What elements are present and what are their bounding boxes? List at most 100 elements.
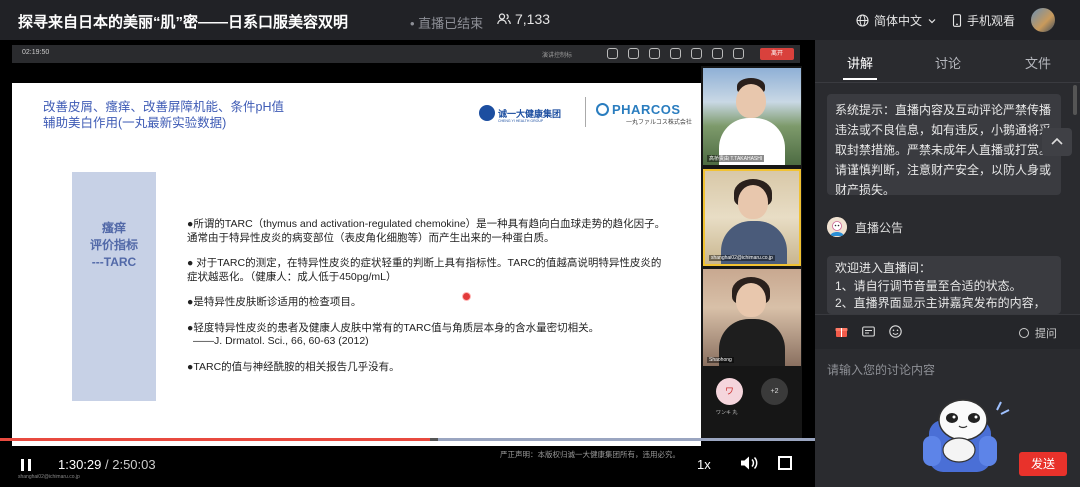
announcement-header: 直播公告	[827, 217, 903, 237]
side-panel: 讲解 讨论 文件 系统提示：直播内容及互动评论严禁传播违法或不良信息，如有违反，…	[815, 40, 1080, 487]
speaker-face	[738, 185, 768, 219]
globe-icon	[856, 14, 869, 27]
collapse-button[interactable]	[1042, 128, 1072, 156]
slide-side-box: 瘙痒 评价指标 ---TARC	[72, 172, 156, 401]
bottom-email: shanghai02@ichimaru.co.jp	[18, 474, 80, 480]
people-icon	[497, 13, 511, 25]
side-label-line3: ---TARC	[91, 255, 137, 269]
slide-side-label: 瘙痒 评价指标 ---TARC	[72, 220, 156, 271]
speaker-1-name: 高桥贵由 T.TAKAHASHI	[707, 155, 765, 162]
pharcos-logo-subtext: 一丸ファルコス株式会社	[626, 120, 692, 126]
ask-label: 提问	[1035, 328, 1057, 340]
volume-icon[interactable]	[740, 455, 758, 471]
camera-icon	[691, 48, 702, 59]
speaker-tile-1[interactable]: 高桥贵由 T.TAKAHASHI	[703, 68, 801, 165]
more-participants-chip[interactable]: +2	[761, 378, 788, 405]
live-status: • 直播已结束	[410, 16, 484, 31]
ask-question-toggle[interactable]: 提问	[1019, 325, 1057, 341]
page-title: 探寻来自日本的美丽“肌”密——日系口服美容双明	[18, 14, 349, 31]
mobile-watch-button[interactable]: 手机观看	[952, 12, 1015, 29]
logo-divider	[585, 97, 586, 127]
speaker-panel: 高桥贵由 T.TAKAHASHI shanghai02@ichimaru.co.…	[701, 66, 802, 441]
speaker-face	[736, 84, 766, 118]
language-label: 简体中文	[874, 14, 923, 28]
welcome-line-1: 欢迎进入直播间：	[835, 261, 932, 275]
speaker-face	[736, 283, 766, 317]
bullet-2: ● 对于TARC的测定，在特异性皮炎的症状轻重的判断上具有指标性。TARC的值越…	[187, 257, 662, 283]
top-bar: 探寻来自日本的美丽“肌”密——日系口服美容双明 • 直播已结束 7,133 简体…	[0, 0, 1080, 40]
bullet-1: ●所谓的TARC（thymus and activation-regulated…	[187, 218, 666, 244]
system-notice: 系统提示：直播内容及互动评论严禁传播违法或不良信息，如有违反，小鹅通将采取封禁措…	[827, 94, 1061, 195]
language-selector[interactable]: 简体中文	[856, 12, 937, 29]
mascot-sticker-icon	[923, 399, 1010, 472]
slide-bullets: ●所谓的TARC（thymus and activation-regulated…	[187, 218, 667, 386]
viewer-count-value: 7,133	[515, 11, 551, 27]
tab-files[interactable]: 文件	[1025, 53, 1051, 72]
current-time: 1:30:29	[58, 457, 102, 472]
bullet-4-reference: ——J. Drmatol. Sci., 66, 60-63 (2012)	[193, 335, 369, 347]
panel-tabs: 讲解 讨论 文件	[815, 40, 1080, 83]
viewer-count: 7,133	[497, 11, 550, 27]
send-button[interactable]: 发送	[1019, 452, 1067, 476]
tab-discussion[interactable]: 讨论	[935, 53, 961, 72]
phone-icon	[952, 14, 962, 27]
side-label-line1: 瘙痒	[101, 221, 126, 235]
chengyi-logo-icon	[479, 105, 495, 121]
pharcos-logo-text: PHARCOS	[612, 102, 681, 117]
share-icon	[649, 48, 660, 59]
card-icon[interactable]	[862, 325, 875, 338]
pause-icon[interactable]	[20, 459, 32, 471]
chevron-up-icon	[1051, 137, 1063, 145]
chengyi-logo: 诚一大健康集团 CHENG YI HEALTH GROUP	[479, 105, 562, 123]
total-time: / 2:50:03	[105, 457, 156, 472]
gift-icon[interactable]	[835, 325, 848, 338]
speaker-3-name: Shaohong	[707, 357, 734, 363]
slide-title: 改善皮屑、瘙痒、改善屏障机能、条件pH值 辅助美白作用(一丸最新实验数据)	[43, 99, 284, 131]
video-player[interactable]: 02:19:50 演讲控制标 离开 改善皮屑、瘙痒、改善屏障机能、条件pH值 辅…	[0, 40, 815, 487]
mic-icon	[712, 48, 723, 59]
ask-radio[interactable]	[1019, 328, 1029, 338]
speaker-2-name: shanghai02@ichimaru.co.jp	[709, 255, 775, 261]
record-icon	[670, 48, 681, 59]
bullet-4: ●轻度特异性皮炎的患者及健康人皮肤中常有的TARC值与角质层本身的含水量密切相关…	[187, 321, 600, 334]
participant-chip-label: ワンキ 丸	[716, 410, 738, 416]
emoji-icon[interactable]	[889, 325, 902, 338]
chat-icon	[628, 48, 639, 59]
scrollbar[interactable]	[1073, 85, 1077, 115]
participant-chip[interactable]: ワ	[716, 378, 743, 405]
welcome-line-3: 2、直播界面显示主讲嘉宾发布的内容，听	[835, 296, 1046, 314]
fullscreen-icon[interactable]	[778, 456, 792, 470]
speed-button[interactable]: 1x	[697, 457, 711, 472]
screen-icon	[733, 48, 744, 59]
chengyi-logo-text: 诚一大健康集团	[498, 108, 562, 119]
announcement-avatar	[827, 217, 847, 237]
leave-meeting-label: 离开	[760, 48, 794, 60]
welcome-message: 欢迎进入直播间： 1、请自行调节音量至合适的状态。 2、直播界面显示主讲嘉宾发布…	[827, 256, 1061, 314]
chat-toolbar: 提问	[815, 314, 1080, 349]
welcome-line-2: 1、请自行调节音量至合适的状态。	[835, 278, 1022, 293]
meeting-title: 演讲控制标	[542, 53, 573, 59]
bullet-5: ●TARC的值与神经酰胺的相关报告几乎没有。	[187, 360, 400, 373]
speaker-tile-2[interactable]: shanghai02@ichimaru.co.jp	[703, 169, 801, 266]
pharcos-logo-icon	[596, 103, 609, 116]
discussion-input[interactable]: 请输入您的讨论内容	[827, 361, 935, 378]
user-avatar[interactable]	[1031, 8, 1055, 32]
slide-title-line1: 改善皮屑、瘙痒、改善屏障机能、条件pH值	[43, 100, 284, 114]
announcement-title: 直播公告	[855, 220, 904, 235]
meeting-time: 02:19:50	[22, 49, 50, 56]
tab-explain[interactable]: 讲解	[847, 53, 873, 72]
presentation-slide: 改善皮屑、瘙痒、改善屏障机能、条件pH值 辅助美白作用(一丸最新实验数据) 诚一…	[12, 83, 701, 446]
meeting-toolbar: 02:19:50 演讲控制标 离开	[12, 45, 800, 63]
player-controls: 1:30:29 / 2:50:03 1x	[0, 441, 815, 487]
speaker-tile-3[interactable]: Shaohong	[703, 269, 801, 366]
assistant-avatar-icon	[827, 217, 847, 237]
side-label-line2: 评价指标	[89, 238, 138, 252]
meeting-icons	[607, 48, 744, 59]
participants-icon	[607, 48, 618, 59]
active-tab-indicator	[843, 78, 877, 80]
laser-pointer	[462, 292, 471, 301]
slide-title-line2: 辅助美白作用(一丸最新实验数据)	[43, 116, 227, 130]
playback-time: 1:30:29 / 2:50:03	[58, 457, 156, 472]
bullet-3: ●是特异性皮肤断诊适用的检查项目。	[187, 296, 362, 308]
chengyi-logo-subtext: CHENG YI HEALTH GROUP	[498, 119, 544, 123]
